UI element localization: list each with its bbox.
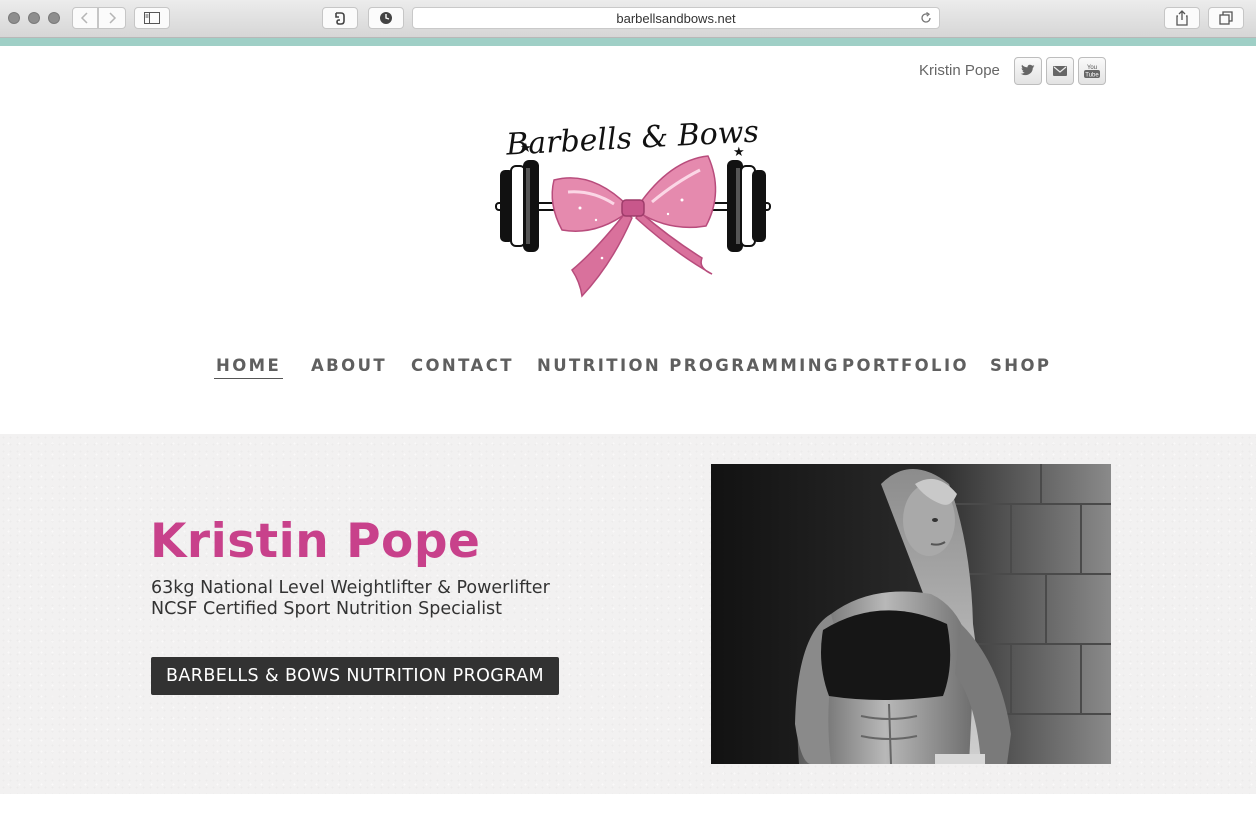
youtube-label-top: You: [1087, 65, 1097, 71]
minimize-window-button[interactable]: [28, 12, 40, 24]
nutrition-program-button[interactable]: BARBELLS & BOWS NUTRITION PROGRAM: [151, 657, 559, 695]
reload-icon[interactable]: [919, 11, 933, 25]
logo-star-left: ★: [520, 141, 532, 156]
youtube-icon: You Tube: [1084, 65, 1100, 79]
nav-about[interactable]: ABOUT: [311, 356, 387, 375]
close-window-button[interactable]: [8, 12, 20, 24]
email-button[interactable]: [1046, 57, 1074, 85]
tabs-overview-button[interactable]: [1208, 7, 1244, 29]
main-nav: HOME ABOUT CONTACT NUTRITION PROGRAMMING…: [0, 356, 1256, 382]
clock-icon: [380, 12, 392, 24]
bow-graphic: [551, 155, 717, 298]
chevron-right-icon: [109, 12, 117, 24]
hero-title: Kristin Pope: [150, 514, 481, 569]
sidebar-icon: [144, 12, 160, 24]
zoom-window-button[interactable]: [48, 12, 60, 24]
history-extension-button[interactable]: [368, 7, 404, 29]
youtube-button[interactable]: You Tube: [1078, 57, 1106, 85]
athlete-photo: [711, 464, 1111, 764]
address-bar[interactable]: barbellsandbows.net: [412, 7, 940, 29]
tabs-icon: [1219, 11, 1233, 25]
hero-section: Kristin Pope 63kg National Level Weightl…: [0, 434, 1256, 794]
nav-contact[interactable]: CONTACT: [411, 356, 514, 375]
accent-bar: [0, 38, 1256, 46]
nav-home[interactable]: HOME: [213, 356, 284, 379]
barbell-left-plates: [500, 160, 539, 252]
sidebar-toggle-button[interactable]: [134, 7, 170, 29]
forward-button[interactable]: [98, 7, 126, 29]
logo-text: Barbells & Bows: [504, 114, 759, 162]
elephant-icon: [335, 12, 345, 25]
nav-nutrition-programming[interactable]: NUTRITION PROGRAMMING: [537, 356, 840, 375]
address-url: barbellsandbows.net: [616, 10, 736, 26]
logo-star-right: ★: [733, 145, 745, 160]
nav-shop[interactable]: SHOP: [990, 356, 1051, 375]
chevron-left-icon: [80, 12, 88, 24]
share-icon: [1176, 10, 1188, 26]
nav-portfolio[interactable]: PORTFOLIO: [842, 356, 969, 375]
youtube-label-bottom: Tube: [1085, 73, 1099, 79]
hero-subtitle-line-2: NCSF Certified Sport Nutrition Specialis…: [151, 599, 503, 619]
share-button[interactable]: [1164, 7, 1200, 29]
evernote-extension-button[interactable]: [322, 7, 358, 29]
twitter-icon: [1020, 64, 1035, 76]
hero-subtitle-line-1: 63kg National Level Weightlifter & Power…: [151, 578, 550, 598]
twitter-button[interactable]: [1014, 57, 1042, 85]
account-name-link[interactable]: Kristin Pope: [919, 62, 1000, 79]
browser-toolbar: barbellsandbows.net: [0, 0, 1256, 38]
mail-icon: [1053, 66, 1067, 76]
site-logo[interactable]: Barbells & Bows ★ ★: [492, 108, 774, 300]
barbell-right-plates: [727, 160, 766, 252]
back-button[interactable]: [72, 7, 98, 29]
